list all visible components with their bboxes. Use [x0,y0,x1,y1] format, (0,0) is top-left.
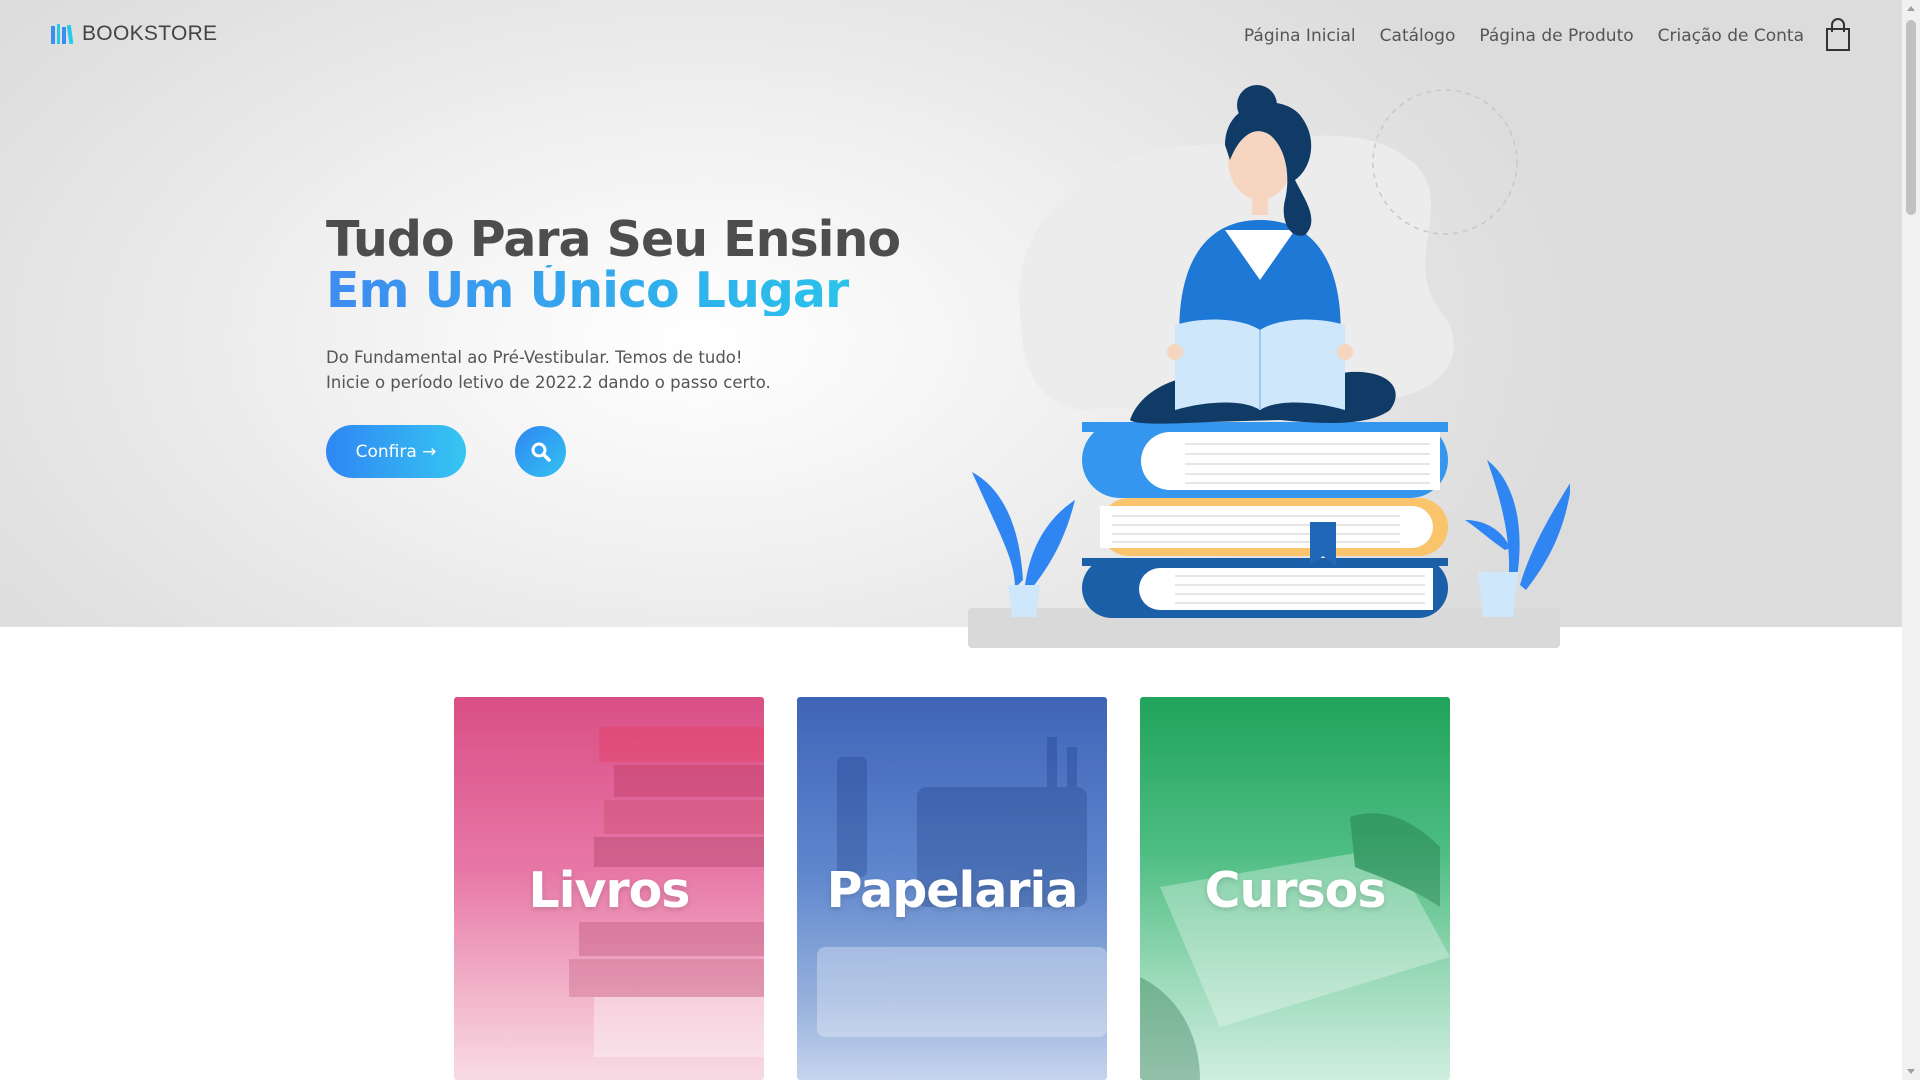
card-cursos-title: Cursos [1204,862,1386,919]
page-scrollbar[interactable] [1902,0,1920,1080]
card-livros-title: Livros [528,862,691,919]
category-card-livros[interactable]: Livros [454,697,764,1080]
scroll-thumb[interactable] [1906,20,1916,215]
hero-subtitle-line2: Inicie o período letivo de 2022.2 dando … [326,373,771,392]
shopping-bag-icon[interactable] [1824,18,1852,52]
logo-text: BOOKSTORE [82,22,218,45]
hero-subtitle-line1: Do Fundamental ao Pré-Vestibular. Temos … [326,348,743,367]
hero-title: Tudo Para Seu Ensino Em Um Único Lugar [326,211,901,316]
logo[interactable]: BOOKSTORE [50,22,217,46]
card-papelaria-title: Papelaria [826,862,1079,919]
search-icon [531,442,551,462]
scroll-up-arrow-icon[interactable] [1907,6,1915,11]
nav-pagina-de-produto[interactable]: Página de Produto [1479,26,1633,46]
hero-title-line1: Tudo Para Seu Ensino [326,211,901,268]
confira-button[interactable]: Confira → [326,425,466,478]
search-button[interactable] [515,426,566,477]
scroll-down-arrow-icon[interactable] [1907,1069,1915,1074]
woman-reading-on-books-illustration [968,85,1570,648]
hero-subtitle: Do Fundamental ao Pré-Vestibular. Temos … [326,345,771,395]
nav-catalogo[interactable]: Catálogo [1380,26,1456,46]
main-nav: Página Inicial Catálogo Página de Produt… [1244,26,1804,46]
nav-pagina-inicial[interactable]: Página Inicial [1244,26,1356,46]
hero-section [0,0,1902,627]
nav-criacao-de-conta[interactable]: Criação de Conta [1658,26,1804,46]
category-card-cursos[interactable]: Cursos [1140,697,1450,1080]
category-card-papelaria[interactable]: Papelaria [797,697,1107,1080]
books-icon [51,24,74,45]
hero-title-line2: Em Um Único Lugar [326,265,900,316]
